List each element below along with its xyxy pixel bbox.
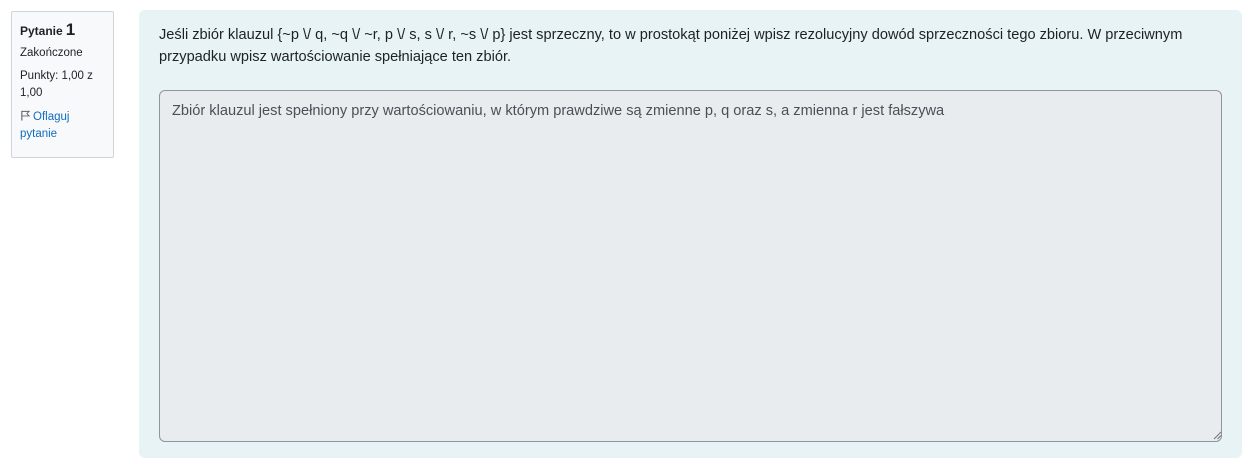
question-page: Pytanie 1 Zakończone Punkty: 1,00 z 1,00 … (0, 0, 1248, 464)
answer-textarea[interactable]: Zbiór klauzul jest spełniony przy wartoś… (159, 90, 1222, 442)
question-grade: Punkty: 1,00 z 1,00 (20, 70, 93, 99)
question-content-panel: Jeśli zbiór klauzul {~p \/ q, ~q \/ ~r, … (139, 10, 1242, 458)
question-heading: Pytanie 1 (20, 20, 113, 41)
resize-grip-icon[interactable] (1213, 431, 1222, 440)
flag-question-link[interactable]: Oflaguj pytanie (20, 109, 90, 143)
question-text: Jeśli zbiór klauzul {~p \/ q, ~q \/ ~r, … (159, 27, 1183, 65)
question-info-panel: Pytanie 1 Zakończone Punkty: 1,00 z 1,00 … (11, 11, 114, 158)
question-number: 1 (65, 20, 76, 39)
question-label: Pytanie (20, 24, 63, 38)
question-state: Zakończone (20, 47, 83, 59)
flag-icon (21, 110, 31, 121)
